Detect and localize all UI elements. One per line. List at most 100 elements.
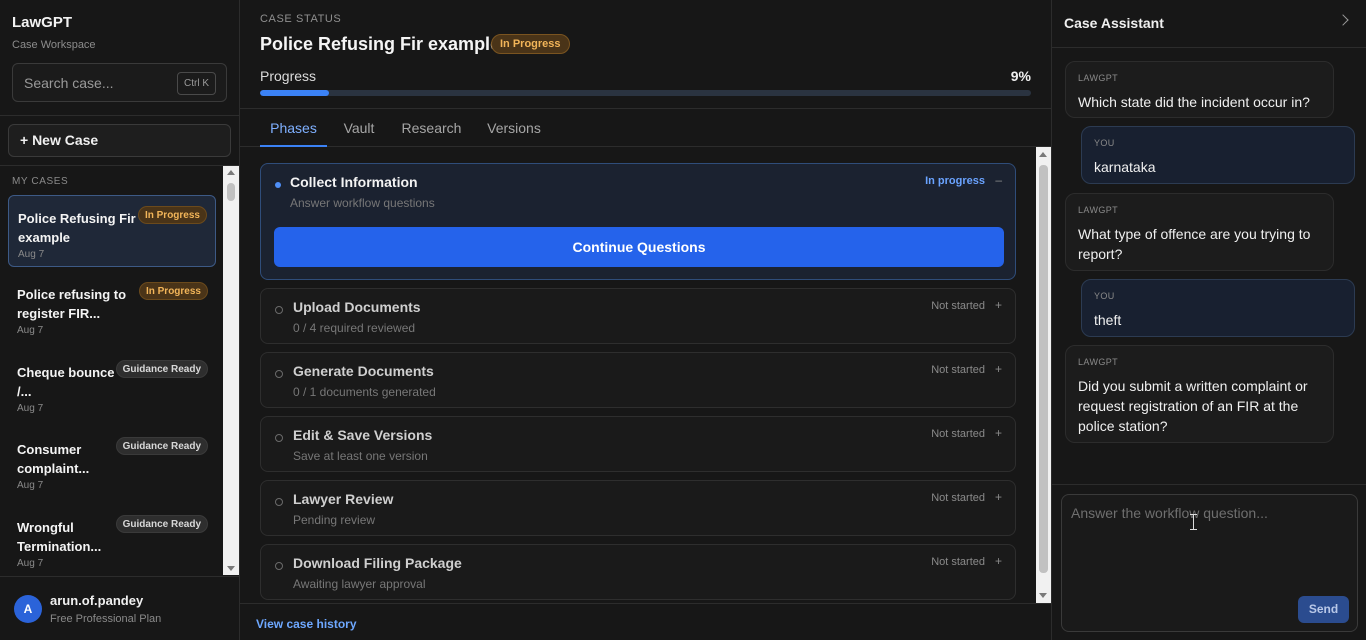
case-title: Police refusing to register FIR... [17, 287, 127, 321]
expand-icon[interactable]: + [995, 362, 1002, 376]
progress-fill [260, 90, 330, 96]
case-date: Aug 7 [17, 403, 44, 414]
app-subtitle: Case Workspace [12, 39, 96, 51]
main-panel: CASE STATUS Police Refusing Fir example … [240, 0, 1051, 640]
phase-subtitle: Save at least one version [293, 449, 428, 463]
phase-subtitle: Answer workflow questions [290, 196, 435, 210]
tab-research[interactable]: Research [396, 109, 467, 147]
user-message: YOU theft [1081, 279, 1355, 337]
message-text: Did you submit a written complaint or re… [1078, 378, 1308, 434]
status-badge: In Progress [137, 206, 207, 224]
view-case-history-link[interactable]: View case history [256, 617, 357, 631]
phase-subtitle: Awaiting lawyer approval [293, 577, 426, 591]
message-sender: LAWGPT [1078, 357, 1119, 367]
status-badge: Guidance Ready [115, 515, 208, 533]
user-plan: Free Professional Plan [50, 613, 162, 625]
assistant-message: LAWGPT Which state did the incident occu… [1065, 61, 1334, 118]
chevron-right-icon[interactable] [1337, 14, 1349, 26]
message-text: theft [1094, 312, 1122, 328]
assistant-message: LAWGPT What type of offence are you tryi… [1065, 193, 1334, 271]
status-dot-icon [275, 434, 283, 442]
expand-icon[interactable]: + [995, 554, 1002, 568]
case-title: Wrongful Termination... [17, 520, 102, 554]
case-date: Aug 7 [17, 325, 44, 336]
tab-vault[interactable]: Vault [337, 109, 381, 147]
app-title: LawGPT [12, 14, 73, 31]
phase-title: Collect Information [290, 174, 418, 190]
message-text: Which state did the incident occur in? [1078, 94, 1310, 110]
divider [1052, 484, 1366, 485]
progress-percent: 9% [1010, 68, 1031, 84]
status-dot-icon [275, 370, 283, 378]
status-badge: Guidance Ready [115, 360, 208, 378]
search-input[interactable]: Search case... Ctrl K [12, 63, 227, 102]
progress-label: Progress [260, 68, 317, 84]
phase-card[interactable]: Download Filing Package Awaiting lawyer … [260, 544, 1016, 600]
phase-subtitle: 0 / 4 required reviewed [293, 321, 416, 335]
status-badge: In Progress [138, 282, 208, 300]
scroll-up-icon[interactable] [227, 170, 235, 175]
phase-title: Generate Documents [293, 363, 434, 379]
assistant-message: LAWGPT Did you submit a written complain… [1065, 345, 1334, 443]
case-item[interactable]: Cheque bounce /... Guidance Ready Aug 7 [8, 350, 216, 422]
phase-title: Edit & Save Versions [293, 427, 433, 443]
phase-card[interactable]: Generate Documents 0 / 1 documents gener… [260, 352, 1016, 408]
phase-list-scrollbar[interactable] [1036, 147, 1051, 603]
status-dot-icon [275, 498, 283, 506]
send-button[interactable]: Send [1298, 596, 1349, 623]
phase-title: Upload Documents [293, 299, 421, 315]
status-dot-icon [275, 306, 283, 314]
case-item[interactable]: Police refusing to register FIR... In Pr… [8, 272, 216, 344]
tab-versions[interactable]: Versions [481, 109, 547, 147]
case-item[interactable]: Consumer complaint... Guidance Ready Aug… [8, 427, 216, 499]
user-message: YOU karnataka [1081, 126, 1355, 184]
status-badge: In Progress [491, 34, 570, 54]
phase-subtitle: Pending review [293, 513, 376, 527]
message-text: What type of offence are you trying to r… [1078, 226, 1311, 262]
avatar: A [14, 595, 42, 623]
case-title: Police Refusing Fir example [18, 211, 136, 245]
status-dot-icon [275, 182, 281, 188]
expand-icon[interactable]: + [995, 490, 1002, 504]
continue-questions-button[interactable]: Continue Questions [274, 227, 1004, 267]
case-date: Aug 7 [17, 558, 44, 569]
phase-card[interactable]: Edit & Save Versions Save at least one v… [260, 416, 1016, 472]
phase-status: Not started [931, 492, 985, 504]
assistant-header: Case Assistant [1052, 0, 1366, 48]
user-profile[interactable]: A arun.of.pandey Free Professional Plan [0, 576, 239, 640]
assistant-title: Case Assistant [1064, 15, 1164, 31]
scroll-up-icon[interactable] [1039, 152, 1047, 157]
case-date: Aug 7 [17, 480, 44, 491]
tab-phases[interactable]: Phases [260, 109, 327, 147]
message-sender: LAWGPT [1078, 205, 1119, 215]
case-item[interactable]: Wrongful Termination... Guidance Ready A… [8, 505, 216, 574]
text-cursor-icon [1190, 514, 1197, 530]
case-title: Cheque bounce /... [17, 365, 115, 399]
scroll-down-icon[interactable] [1039, 593, 1047, 598]
scroll-down-icon[interactable] [227, 566, 235, 571]
status-dot-icon [275, 562, 283, 570]
phase-title: Lawyer Review [293, 491, 394, 507]
answer-input[interactable]: Answer the workflow question... Send [1061, 494, 1358, 632]
user-name: arun.of.pandey [50, 593, 144, 608]
scroll-thumb[interactable] [1039, 165, 1048, 573]
case-list: Police Refusing Fir example In Progress … [0, 192, 222, 574]
search-placeholder: Search case... [24, 75, 114, 91]
new-case-button[interactable]: + New Case [8, 124, 231, 157]
scroll-thumb[interactable] [227, 183, 235, 201]
message-text: karnataka [1094, 159, 1156, 175]
divider [0, 165, 239, 166]
phase-card[interactable]: Collect Information Answer workflow ques… [260, 163, 1016, 280]
sidebar: LawGPT Case Workspace Search case... Ctr… [0, 0, 240, 640]
divider [0, 115, 239, 116]
phase-card[interactable]: Lawyer Review Pending review Not started… [260, 480, 1016, 536]
phase-list: Collect Information Answer workflow ques… [240, 147, 1036, 603]
collapse-icon[interactable]: – [995, 173, 1002, 187]
case-list-scrollbar[interactable] [223, 166, 239, 575]
case-item[interactable]: Police Refusing Fir example In Progress … [8, 195, 216, 267]
message-sender: YOU [1094, 291, 1115, 301]
phase-card[interactable]: Upload Documents 0 / 4 required reviewed… [260, 288, 1016, 344]
message-sender: YOU [1094, 138, 1115, 148]
expand-icon[interactable]: + [995, 426, 1002, 440]
expand-icon[interactable]: + [995, 298, 1002, 312]
